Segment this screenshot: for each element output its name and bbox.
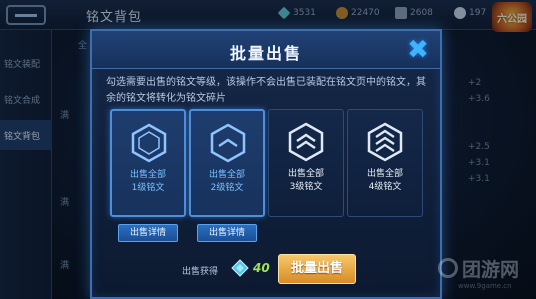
level-2-hexagon-icon [210,123,246,163]
level-3-hexagon-icon [288,122,324,162]
close-button[interactable]: ✖ [404,36,432,64]
close-icon: ✖ [407,35,429,65]
watermark-url: www.9game.cn [458,282,512,290]
level-1-hexagon-icon [131,123,167,163]
watermark-logo-icon [438,258,458,278]
sell-level-3-card[interactable]: 出售全部 3级铭文 [268,109,344,217]
card-label: 出售全部 4级铭文 [366,169,403,192]
card-label: 出售全部 1级铭文 [129,170,166,193]
gain-value: 40 [253,261,270,275]
card-label: 出售全部 2级铭文 [208,170,245,193]
sell-details-button-level-1[interactable]: 出售详情 [118,224,178,242]
sell-details-button-level-2[interactable]: 出售详情 [197,224,257,242]
sell-level-4-card[interactable]: 出售全部 4级铭文 [347,109,423,217]
dialog-title: 批量出售 [229,44,302,63]
batch-sell-button[interactable]: 批量出售 [278,254,356,284]
dialog-description: 勾选需要出售的铭文等级，该操作不会出售已装配在铭文页中的铭文，其余的铭文将转化为… [106,77,426,104]
level-4-hexagon-icon [367,122,403,162]
sell-level-2-card[interactable]: 出售全部 2级铭文 [189,109,265,217]
sell-level-1-card[interactable]: 出售全部 1级铭文 [110,109,186,217]
batch-sell-dialog: 批量出售 ✖ 勾选需要出售的铭文等级，该操作不会出售已装配在铭文页中的铭文，其余… [90,29,442,299]
gem-icon [231,259,249,277]
gain-label: 出售获得 [182,267,219,277]
card-label: 出售全部 3级铭文 [287,169,324,192]
dialog-header: 批量出售 ✖ [92,31,440,69]
